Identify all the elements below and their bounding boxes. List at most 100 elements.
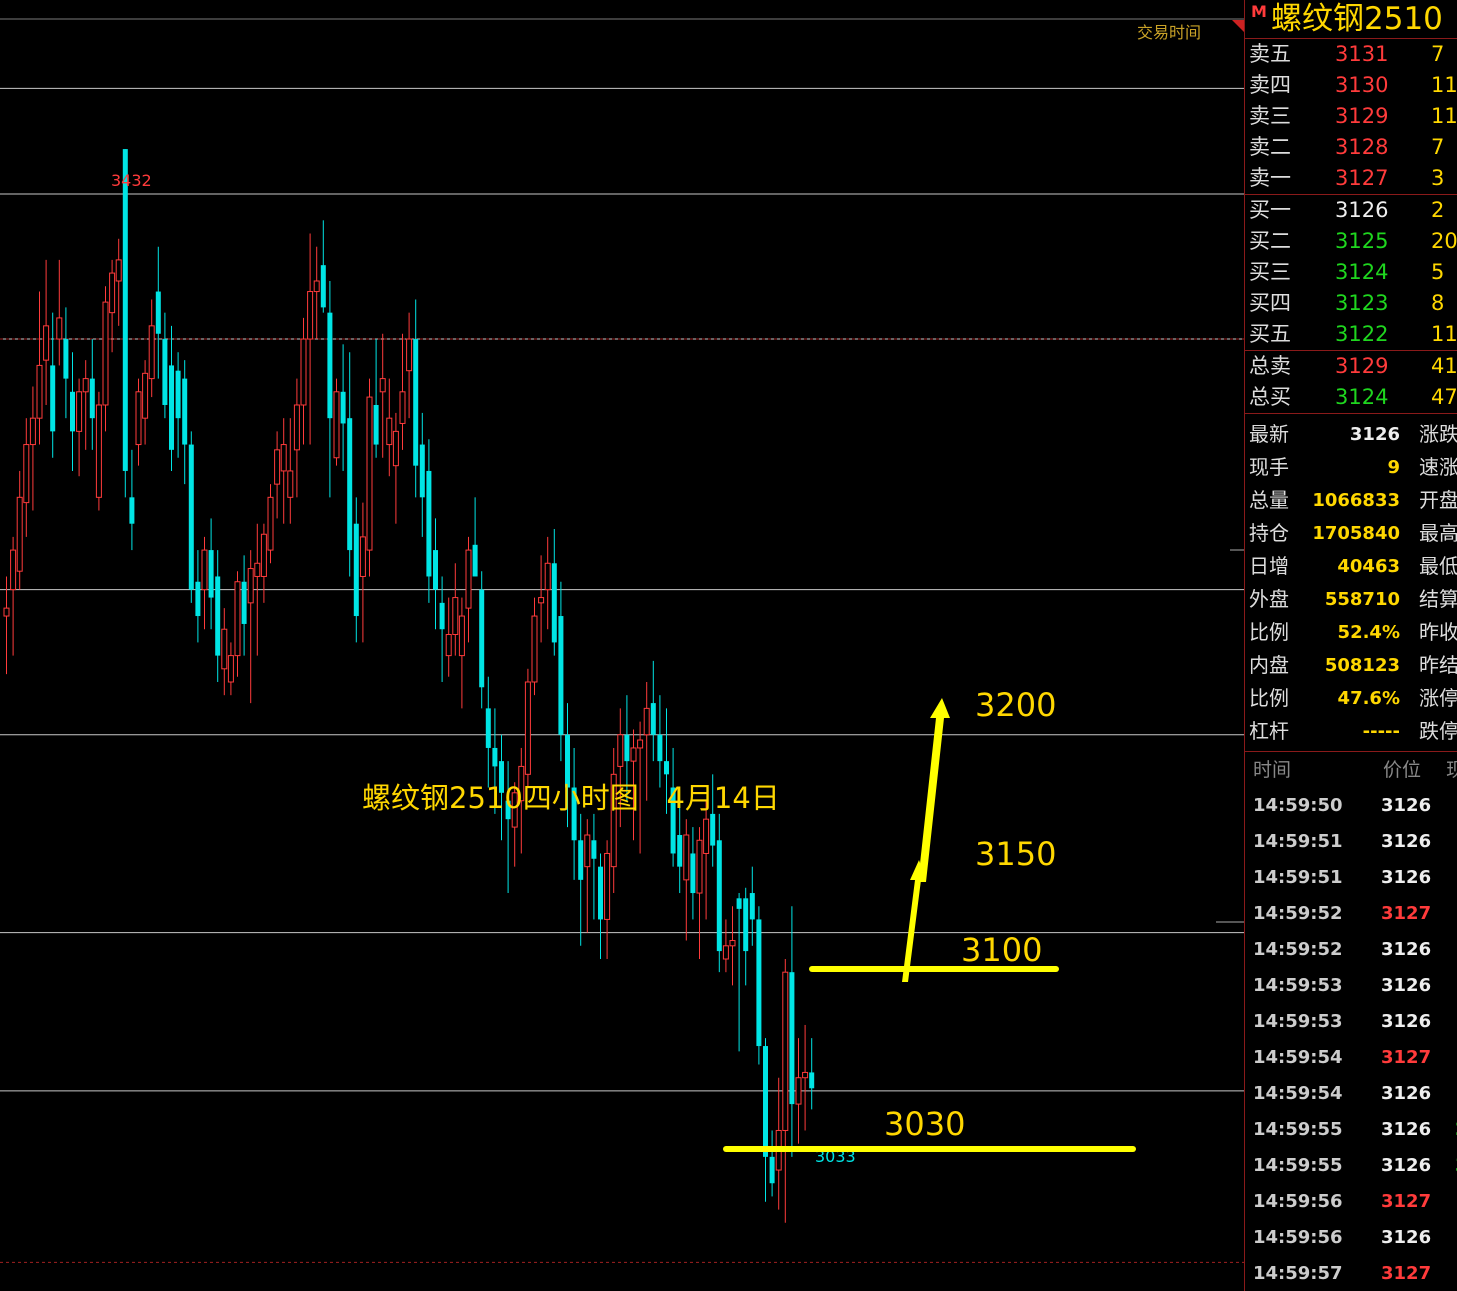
candle[interactable] bbox=[749, 866, 755, 946]
candle[interactable] bbox=[558, 581, 564, 762]
candle[interactable] bbox=[392, 412, 399, 524]
candle[interactable] bbox=[247, 550, 254, 704]
book-row[interactable]: 买二 3125 20 bbox=[1245, 226, 1457, 257]
candle[interactable] bbox=[162, 312, 168, 419]
tick-row[interactable]: 14:59:50 3126 bbox=[1245, 788, 1457, 824]
candle[interactable] bbox=[433, 518, 438, 630]
tick-row[interactable]: 14:59:53 3126 bbox=[1245, 1004, 1457, 1040]
candle[interactable] bbox=[234, 571, 241, 677]
candle[interactable] bbox=[227, 642, 234, 696]
candle[interactable] bbox=[366, 378, 373, 577]
candle[interactable] bbox=[729, 906, 736, 986]
candle[interactable] bbox=[359, 502, 366, 643]
candle[interactable] bbox=[551, 528, 557, 656]
candle[interactable] bbox=[333, 378, 340, 466]
book-row[interactable]: 卖一 3127 3 bbox=[1245, 163, 1457, 194]
book-row[interactable]: 买五 3122 11 bbox=[1245, 319, 1457, 350]
tick-row[interactable]: 14:59:5531263 bbox=[1245, 1148, 1457, 1184]
tick-row[interactable]: 14:59:51 3126 bbox=[1245, 824, 1457, 860]
candle[interactable] bbox=[769, 1130, 775, 1197]
tick-row[interactable]: 14:59:56 3127 bbox=[1245, 1184, 1457, 1220]
candle[interactable] bbox=[419, 412, 425, 537]
candle[interactable] bbox=[63, 307, 69, 419]
book-row[interactable]: 卖二 3128 7 bbox=[1245, 132, 1457, 163]
candle[interactable] bbox=[406, 312, 413, 419]
candle[interactable] bbox=[531, 597, 538, 696]
candle[interactable] bbox=[578, 813, 584, 946]
candle[interactable] bbox=[307, 233, 314, 445]
candle[interactable] bbox=[524, 668, 531, 788]
candle[interactable] bbox=[650, 660, 656, 762]
candle[interactable] bbox=[208, 518, 214, 630]
candle[interactable] bbox=[195, 550, 201, 643]
candle[interactable] bbox=[722, 919, 729, 973]
kline-chart[interactable]: 交易时间 3432 3033 螺纹钢2510四小时图 4月14日 3200 31… bbox=[0, 0, 1244, 1291]
candle[interactable] bbox=[690, 827, 696, 920]
tick-row[interactable]: 14:59:5431271 bbox=[1245, 1040, 1457, 1076]
candle[interactable] bbox=[802, 1024, 809, 1131]
candle[interactable] bbox=[89, 339, 95, 450]
candle[interactable] bbox=[591, 813, 597, 920]
candle[interactable] bbox=[188, 431, 194, 603]
candle[interactable] bbox=[399, 333, 406, 450]
candle[interactable] bbox=[584, 819, 591, 933]
book-row[interactable]: 买三 3124 5 bbox=[1245, 257, 1457, 288]
candle[interactable] bbox=[347, 352, 353, 577]
candle[interactable] bbox=[260, 523, 267, 603]
candle[interactable] bbox=[122, 149, 128, 498]
candle[interactable] bbox=[313, 246, 320, 340]
candle[interactable] bbox=[148, 299, 155, 398]
candle[interactable] bbox=[716, 813, 722, 973]
candle[interactable] bbox=[657, 695, 663, 788]
candle[interactable] bbox=[683, 819, 690, 941]
candle[interactable] bbox=[610, 747, 617, 894]
candle[interactable] bbox=[221, 608, 228, 696]
candle[interactable] bbox=[23, 418, 30, 537]
candle[interactable] bbox=[809, 1038, 815, 1110]
candle[interactable] bbox=[598, 853, 603, 959]
candle[interactable] bbox=[763, 1038, 768, 1202]
candle[interactable] bbox=[115, 238, 122, 326]
candle[interactable] bbox=[439, 576, 445, 682]
book-row[interactable]: 卖四 3130 11 bbox=[1245, 70, 1457, 101]
candle[interactable] bbox=[43, 259, 50, 405]
ticks-list[interactable]: 14:59:50 3126 14:59:51 3126 14:59:51 3126 14:5… bbox=[1245, 788, 1457, 1291]
candle[interactable] bbox=[736, 893, 742, 1052]
candle[interactable] bbox=[36, 291, 43, 445]
candle[interactable] bbox=[182, 360, 188, 485]
candle[interactable] bbox=[386, 378, 393, 477]
candle[interactable] bbox=[29, 386, 36, 511]
candle[interactable] bbox=[320, 220, 326, 313]
candle[interactable] bbox=[155, 246, 161, 379]
candle[interactable] bbox=[3, 576, 10, 675]
candle[interactable] bbox=[175, 352, 181, 458]
tick-row[interactable]: 14:59:53 3126 bbox=[1245, 968, 1457, 1004]
book-row[interactable]: 买四 3123 8 bbox=[1245, 288, 1457, 319]
candle[interactable] bbox=[95, 391, 102, 511]
candle[interactable] bbox=[465, 536, 472, 643]
candle[interactable] bbox=[452, 563, 459, 656]
candle[interactable] bbox=[142, 360, 149, 445]
candle[interactable] bbox=[538, 555, 545, 643]
book-row[interactable]: 买一 3126 2 bbox=[1245, 195, 1457, 226]
candle[interactable] bbox=[109, 259, 116, 353]
candle[interactable] bbox=[102, 286, 109, 432]
tick-row[interactable]: 14:59:52 3126 bbox=[1245, 932, 1457, 968]
candle[interactable] bbox=[756, 906, 762, 1065]
candle[interactable] bbox=[274, 431, 281, 519]
candle[interactable] bbox=[50, 312, 56, 458]
candle[interactable] bbox=[300, 317, 307, 445]
candle[interactable] bbox=[789, 906, 795, 1157]
candle[interactable] bbox=[544, 536, 551, 630]
candle[interactable] bbox=[201, 536, 208, 630]
candle[interactable] bbox=[82, 360, 89, 450]
candle[interactable] bbox=[16, 470, 23, 590]
candle[interactable] bbox=[696, 827, 703, 959]
candle[interactable] bbox=[76, 378, 83, 477]
candle[interactable] bbox=[10, 536, 17, 656]
candle[interactable] bbox=[287, 418, 294, 524]
book-row[interactable]: 卖五 3131 7 bbox=[1245, 39, 1457, 70]
candle[interactable] bbox=[169, 325, 174, 471]
tick-row[interactable]: 14:59:51 3126 bbox=[1245, 860, 1457, 896]
tick-row[interactable]: 14:59:5731271 bbox=[1245, 1256, 1457, 1291]
